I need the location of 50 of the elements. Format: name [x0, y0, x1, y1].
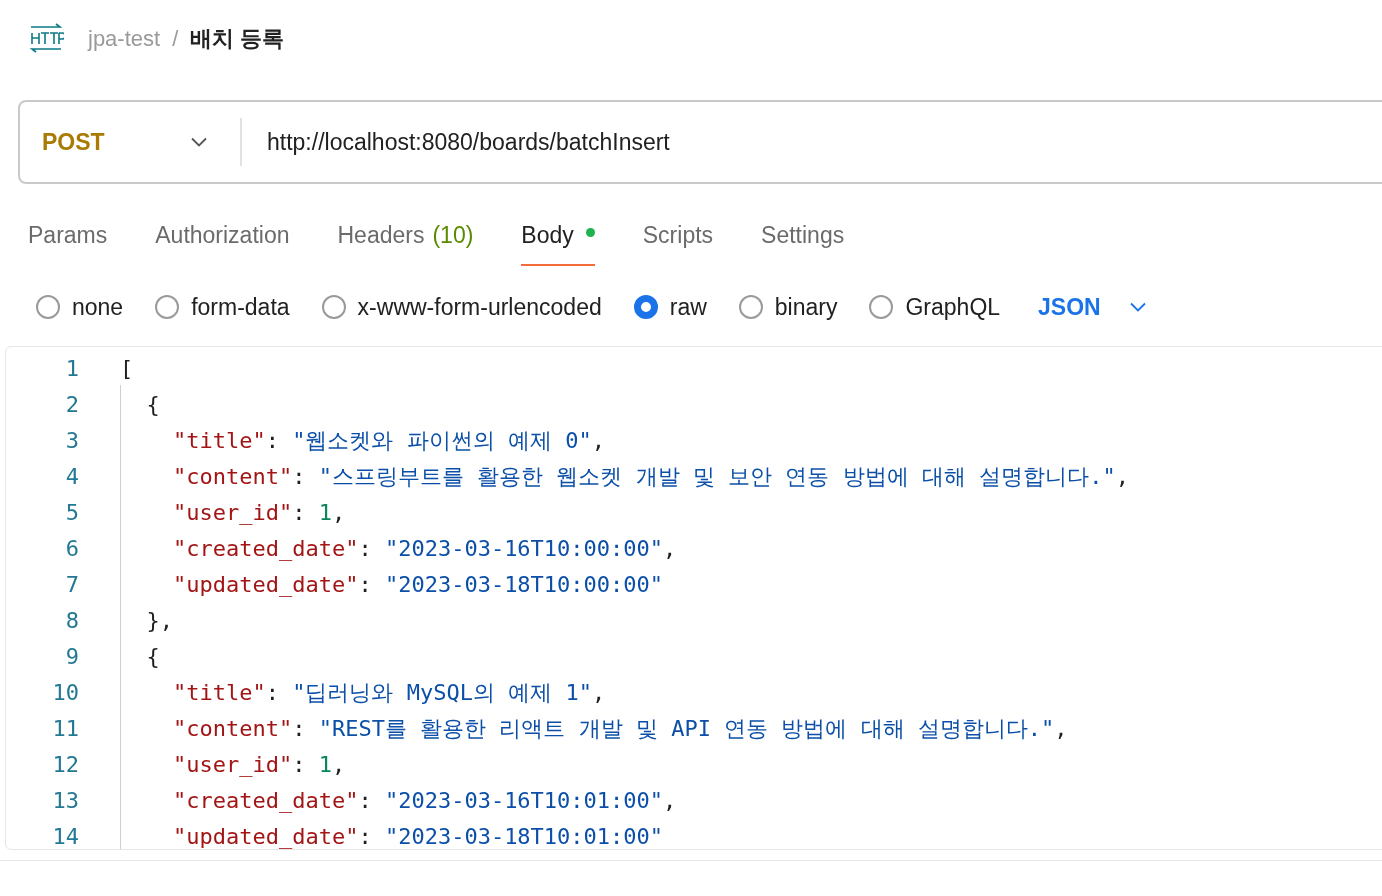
body-type-radio[interactable]: binary [738, 289, 838, 325]
line-number: 2 [64, 390, 79, 419]
request-tab[interactable]: Authorization [155, 218, 290, 266]
body-type-radio[interactable]: raw [633, 289, 707, 325]
breadcrumb-separator: / [172, 24, 179, 53]
body-type-radio[interactable]: form-data [155, 289, 290, 325]
request-tab[interactable]: Body [521, 218, 595, 266]
code-line: "title": "딥러닝와 MySQL의 예제 1", [171, 678, 606, 707]
code-line: "created_date": "2023-03-16T10:00:00", [171, 534, 677, 563]
http-icon [28, 22, 64, 54]
chevron-down-icon [1128, 302, 1147, 312]
line-number: 6 [64, 534, 79, 563]
line-number: 5 [64, 498, 79, 527]
code-editor[interactable] [5, 346, 1382, 850]
line-number: 13 [51, 786, 79, 815]
line-number: 11 [51, 714, 79, 743]
body-type-radio[interactable]: x-www-form-urlencoded [321, 289, 602, 325]
line-number: 12 [51, 750, 79, 779]
line-number: 1 [64, 354, 79, 383]
code-line: "created_date": "2023-03-16T10:01:00", [171, 786, 677, 815]
line-number: 3 [64, 426, 79, 455]
code-line: [ [120, 354, 134, 383]
code-line: "user_id": 1, [171, 498, 346, 527]
method-dropdown[interactable]: POST [20, 102, 240, 182]
code-line: { [145, 642, 160, 671]
request-tab[interactable]: Headers (10) [337, 218, 474, 266]
chevron-down-icon [190, 137, 208, 147]
line-number: 8 [64, 606, 79, 635]
line-number: 10 [51, 678, 79, 707]
code-line: }, [145, 606, 173, 635]
code-line: "user_id": 1, [171, 750, 346, 779]
line-number: 7 [64, 570, 79, 599]
line-number: 14 [51, 822, 79, 849]
code-line: "title": "웹소켓와 파이썬의 예제 0", [171, 426, 605, 455]
code-line: "updated_date": "2023-03-18T10:00:00" [171, 570, 664, 599]
code-line: { [145, 390, 160, 419]
request-name: 배치 등록 [190, 24, 285, 53]
url-field[interactable]: POST http://localhost:8080/boards/batchInsert [18, 100, 1382, 184]
headers-count: (10) [432, 221, 474, 250]
code-line: "updated_date": "2023-03-18T10:01:00" [171, 822, 664, 849]
line-number: 4 [64, 462, 79, 491]
body-type-radio[interactable]: GraphQL [869, 289, 1001, 325]
format-dropdown[interactable]: JSON [1038, 289, 1147, 325]
line-number: 9 [64, 642, 79, 671]
request-tab[interactable]: Scripts [642, 218, 714, 266]
request-tab[interactable]: Settings [761, 218, 845, 266]
code-line: "content": "스프링부트를 활용한 웹소켓 개발 및 보안 연동 방법에 대해 설명합니다.", [171, 462, 1129, 491]
body-type-radio[interactable]: none [36, 289, 124, 325]
request-tab[interactable]: Params [28, 218, 108, 266]
code-line: "content": "REST를 활용한 리액트 개발 및 API 연동 방법에 대해 설명합니다.", [171, 714, 1068, 743]
